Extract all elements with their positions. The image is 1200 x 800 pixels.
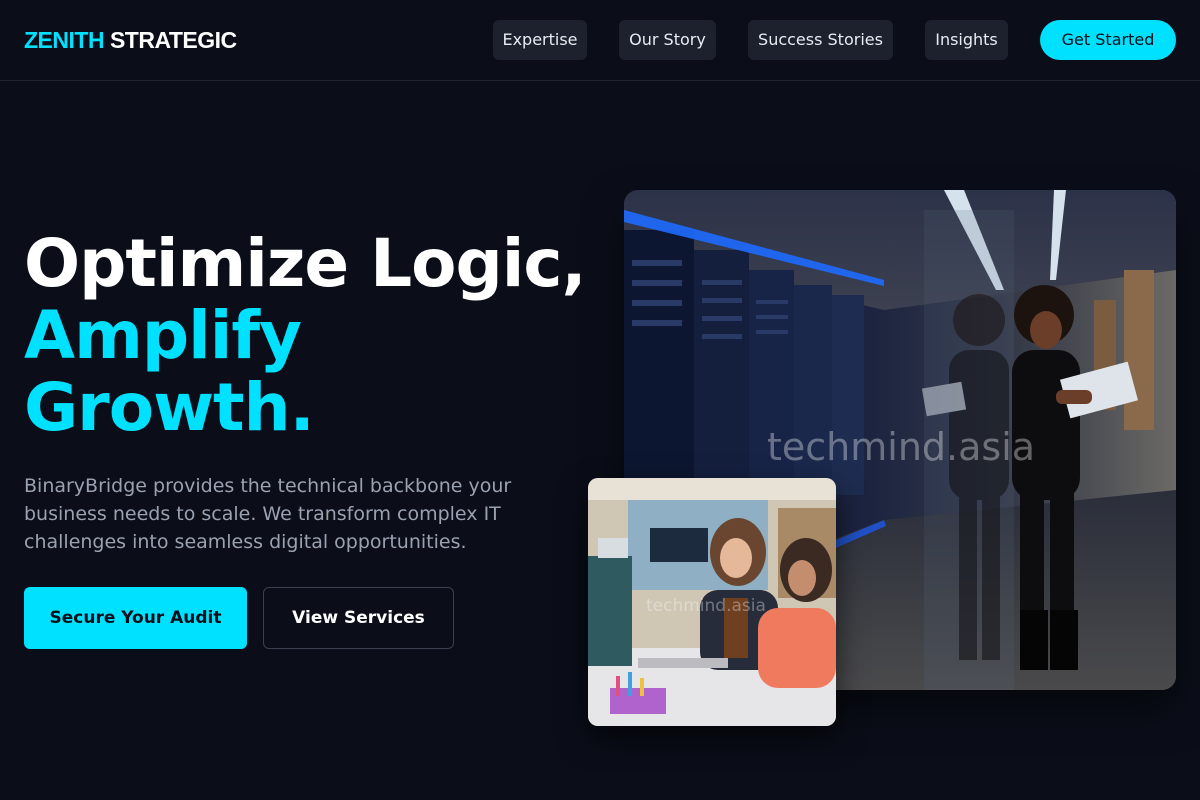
hero-description: BinaryBridge provides the technical back… <box>24 475 512 553</box>
brand-logo[interactable]: ZENITH STRATEGIC <box>24 27 237 53</box>
secondary-photo-watermark: techmind.asia <box>646 596 766 616</box>
collaboration-photo: techmind.asia <box>588 478 836 726</box>
secure-audit-button[interactable]: Secure Your Audit <box>24 587 247 649</box>
nav-link-our-story[interactable]: Our Story <box>619 20 716 60</box>
main-photo-watermark: techmind.asia <box>767 425 1036 469</box>
logo-accent-text: ZENITH <box>24 27 105 53</box>
logo-rest-text: STRATEGIC <box>109 27 237 53</box>
view-services-button[interactable]: View Services <box>263 587 454 649</box>
nav-link-insights[interactable]: Insights <box>925 20 1008 60</box>
nav-link-expertise[interactable]: Expertise <box>493 20 587 60</box>
headline-line-1: Optimize Logic, <box>24 225 587 302</box>
hero-headline: Optimize Logic, Amplify Growth. <box>24 225 587 446</box>
headline-line-3: Growth. <box>24 369 315 446</box>
site-header: ZENITH STRATEGIC Expertise Our Story Suc… <box>0 0 1200 81</box>
headline-line-2: Amplify <box>24 297 302 374</box>
nav-link-success-stories[interactable]: Success Stories <box>748 20 893 60</box>
get-started-button[interactable]: Get Started <box>1040 20 1176 60</box>
